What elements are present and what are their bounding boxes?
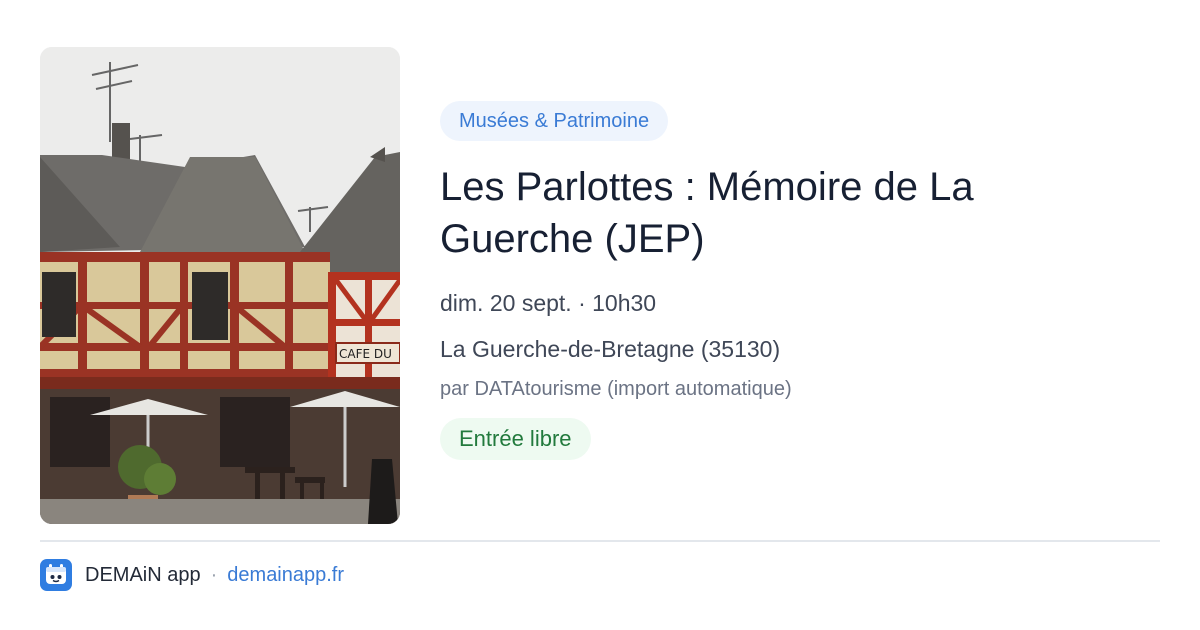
footer: DEMAiN app · demainapp.fr: [40, 559, 344, 591]
app-url-link[interactable]: demainapp.fr: [227, 564, 344, 587]
event-source: par DATAtourisme (import automatique): [440, 378, 792, 400]
footer-divider: [40, 540, 1160, 542]
price-badge: Entrée libre: [440, 418, 591, 460]
demain-app-logo-icon: [40, 559, 72, 591]
event-info: Musées & Patrimoine Les Parlottes : Mémo…: [440, 101, 1140, 460]
cafe-sign-text: CAFE DU: [339, 347, 392, 361]
event-title: Les Parlottes : Mémoire de La Guerche (J…: [440, 165, 974, 261]
footer-separator: ·: [210, 563, 218, 586]
event-location: La Guerche-de-Bretagne (35130): [440, 336, 781, 362]
event-date: dim. 20 sept. · 10h30: [440, 290, 657, 316]
app-name: DEMAiN app: [85, 563, 201, 586]
event-share-card: CAFE DU Musées & Patrimoine Les Parlotte…: [0, 0, 1200, 630]
event-photo: CAFE DU: [40, 47, 400, 524]
category-badge: Musées & Patrimoine: [440, 101, 669, 141]
